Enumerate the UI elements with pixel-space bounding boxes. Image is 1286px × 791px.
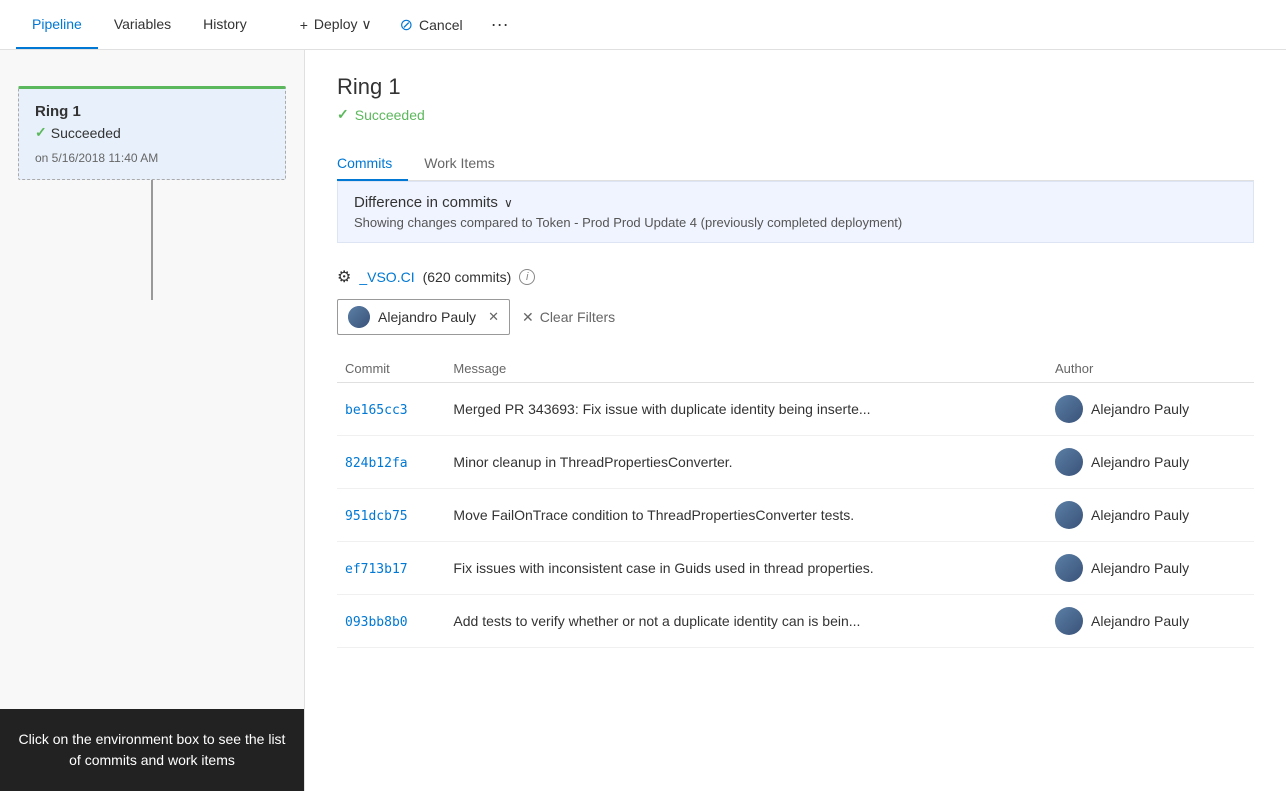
clear-filters-button[interactable]: ✕ Clear Filters (522, 309, 615, 326)
status-checkmark: ✓ (35, 124, 47, 141)
table-row: 951dcb75 Move FailOnTrace condition to T… (337, 489, 1254, 542)
repo-section: ⚙ _VSO.CI (620 commits) i Alejandro Paul… (337, 267, 1254, 648)
more-icon: ··· (491, 14, 509, 35)
env-box-status: ✓ Succeeded (35, 124, 269, 141)
content-tabs: Commits Work Items (337, 147, 1254, 181)
diff-title-text: Difference in commits (354, 194, 498, 211)
cancel-icon: ⊘ (400, 15, 413, 35)
commit-hash[interactable]: 824b12fa (345, 456, 408, 471)
commit-message: Add tests to verify whether or not a dup… (445, 595, 1047, 648)
author-avatar (1055, 607, 1083, 635)
tab-variables[interactable]: Variables (98, 0, 187, 49)
author-name: Alejandro Pauly (1091, 507, 1189, 523)
clear-filters-label: Clear Filters (540, 309, 615, 325)
author-avatar (1055, 395, 1083, 423)
filter-chip-label: Alejandro Pauly (378, 309, 476, 325)
commit-hash[interactable]: ef713b17 (345, 562, 408, 577)
environment-box[interactable]: Ring 1 ✓ Succeeded on 5/16/2018 11:40 AM (18, 86, 286, 180)
tooltip-box: Click on the environment box to see the … (0, 709, 304, 791)
nav-actions: + Deploy ∨ ⊘ Cancel ··· (288, 8, 521, 41)
author-name: Alejandro Pauly (1091, 454, 1189, 470)
author-avatar (1055, 448, 1083, 476)
commit-hash[interactable]: be165cc3 (345, 403, 408, 418)
nav-tabs: Pipeline Variables History (16, 0, 263, 49)
avatar-image (348, 306, 370, 328)
deploy-icon: + (300, 17, 308, 33)
author-avatar (1055, 501, 1083, 529)
table-row: ef713b17 Fix issues with inconsistent ca… (337, 542, 1254, 595)
chevron-down-icon: ∨ (504, 196, 513, 210)
commit-message: Move FailOnTrace condition to ThreadProp… (445, 489, 1047, 542)
connector-line (151, 180, 153, 300)
tab-pipeline[interactable]: Pipeline (16, 0, 98, 49)
commit-hash[interactable]: 093bb8b0 (345, 615, 408, 630)
table-row: 824b12fa Minor cleanup in ThreadProperti… (337, 436, 1254, 489)
sidebar: Ring 1 ✓ Succeeded on 5/16/2018 11:40 AM… (0, 50, 305, 791)
author-name: Alejandro Pauly (1091, 560, 1189, 576)
table-row: 093bb8b0 Add tests to verify whether or … (337, 595, 1254, 648)
ring-checkmark: ✓ (337, 106, 349, 123)
deploy-label: Deploy ∨ (314, 16, 372, 33)
filter-row: Alejandro Pauly ✕ ✕ Clear Filters (337, 299, 1254, 335)
commits-tbody: be165cc3 Merged PR 343693: Fix issue wit… (337, 383, 1254, 648)
col-message: Message (445, 355, 1047, 383)
ring-title: Ring 1 (337, 74, 1254, 100)
tab-commits[interactable]: Commits (337, 147, 408, 181)
env-box-date: on 5/16/2018 11:40 AM (35, 151, 269, 165)
commit-message: Minor cleanup in ThreadPropertiesConvert… (445, 436, 1047, 489)
diff-banner: Difference in commits ∨ Showing changes … (337, 181, 1254, 243)
repo-icon: ⚙ (337, 267, 351, 287)
cancel-label: Cancel (419, 17, 463, 33)
author-cell: Alejandro Pauly (1055, 448, 1246, 476)
table-row: be165cc3 Merged PR 343693: Fix issue wit… (337, 383, 1254, 436)
author-avatar (1055, 554, 1083, 582)
ring-status-text: Succeeded (355, 107, 425, 123)
tab-work-items[interactable]: Work Items (408, 147, 511, 181)
clear-filters-icon: ✕ (522, 309, 534, 326)
commit-message: Fix issues with inconsistent case in Gui… (445, 542, 1047, 595)
repo-commits-count: (620 commits) (423, 269, 512, 285)
status-text: Succeeded (51, 125, 121, 141)
table-header: Commit Message Author (337, 355, 1254, 383)
diff-title[interactable]: Difference in commits ∨ (354, 194, 1237, 211)
author-name: Alejandro Pauly (1091, 401, 1189, 417)
more-button[interactable]: ··· (479, 8, 521, 41)
repo-header: ⚙ _VSO.CI (620 commits) i (337, 267, 1254, 287)
tooltip-text: Click on the environment box to see the … (19, 731, 286, 768)
author-cell: Alejandro Pauly (1055, 554, 1246, 582)
author-cell: Alejandro Pauly (1055, 607, 1246, 635)
cancel-button[interactable]: ⊘ Cancel (388, 9, 475, 41)
content-area: Ring 1 ✓ Succeeded Commits Work Items Di… (305, 50, 1286, 791)
commit-hash[interactable]: 951dcb75 (345, 509, 408, 524)
tab-history[interactable]: History (187, 0, 263, 49)
author-name: Alejandro Pauly (1091, 613, 1189, 629)
top-nav: Pipeline Variables History + Deploy ∨ ⊘ … (0, 0, 1286, 50)
repo-name[interactable]: _VSO.CI (359, 269, 414, 285)
filter-chip-remove[interactable]: ✕ (488, 309, 499, 325)
commit-message: Merged PR 343693: Fix issue with duplica… (445, 383, 1047, 436)
info-icon[interactable]: i (519, 269, 535, 285)
author-cell: Alejandro Pauly (1055, 501, 1246, 529)
col-commit: Commit (337, 355, 445, 383)
diff-subtitle: Showing changes compared to Token - Prod… (354, 215, 1237, 230)
main-layout: Ring 1 ✓ Succeeded on 5/16/2018 11:40 AM… (0, 50, 1286, 791)
col-author: Author (1047, 355, 1254, 383)
deploy-button[interactable]: + Deploy ∨ (288, 10, 384, 39)
commits-table: Commit Message Author be165cc3 Merged PR… (337, 355, 1254, 648)
author-cell: Alejandro Pauly (1055, 395, 1246, 423)
ring-status: ✓ Succeeded (337, 106, 1254, 123)
filter-avatar (348, 306, 370, 328)
filter-chip[interactable]: Alejandro Pauly ✕ (337, 299, 510, 335)
sidebar-content: Ring 1 ✓ Succeeded on 5/16/2018 11:40 AM (0, 50, 304, 791)
env-box-title: Ring 1 (35, 103, 269, 120)
